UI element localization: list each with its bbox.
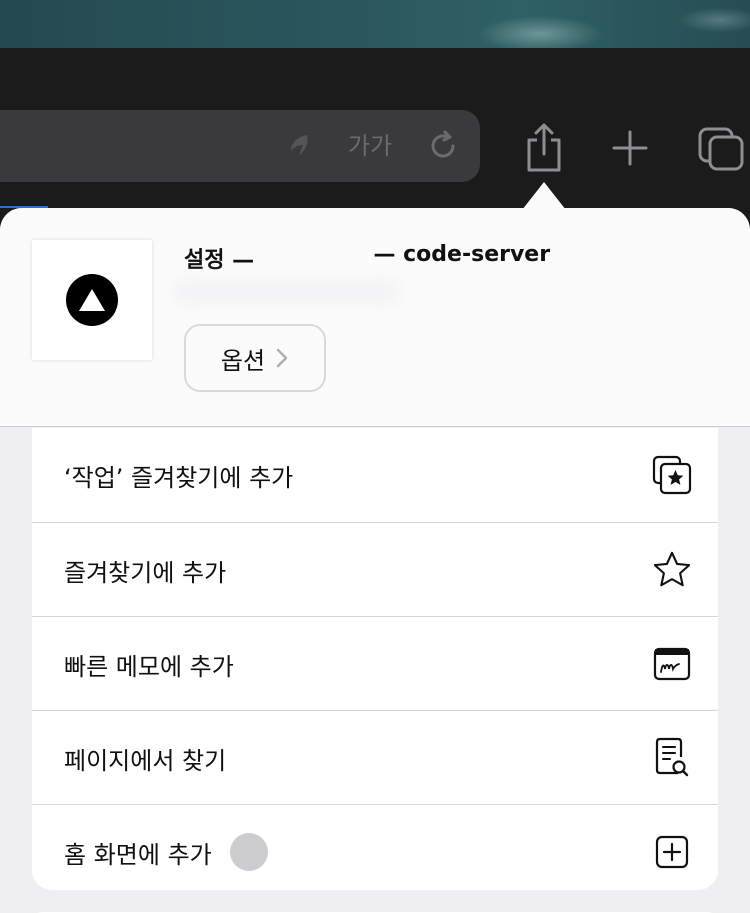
menu-item-label: 빠른 메모에 추가 bbox=[64, 652, 234, 681]
menu-item-label: 페이지에서 찾기 bbox=[64, 746, 227, 775]
share-actions-list: ‘작업’ 즐겨찾기에 추가 즐겨찾기에 추가 빠른 메모에 추가 페이지에서 찾… bbox=[32, 428, 718, 890]
reader-text-size-button[interactable]: 가가 bbox=[342, 122, 398, 170]
menu-item-label: 홈 화면에 추가 bbox=[64, 833, 268, 871]
quick-note-icon bbox=[652, 644, 692, 684]
redacted-url-blur bbox=[172, 278, 402, 306]
plus-icon bbox=[612, 130, 648, 166]
privacy-shield-icon[interactable] bbox=[282, 110, 318, 182]
page-thumbnail bbox=[32, 240, 152, 360]
add-to-tab-group-favorites-icon bbox=[652, 455, 692, 495]
page-title-suffix: — code-server bbox=[373, 242, 551, 267]
menu-item-text: 홈 화면에 추가 bbox=[64, 840, 212, 869]
site-logo-icon bbox=[66, 274, 118, 326]
address-bar[interactable] bbox=[0, 110, 480, 182]
find-in-page-icon bbox=[652, 737, 692, 778]
star-icon bbox=[652, 550, 692, 590]
menu-item-find-in-page[interactable]: 페이지에서 찾기 bbox=[32, 711, 718, 805]
menu-item-add-to-home-screen[interactable]: 홈 화면에 추가 bbox=[32, 805, 718, 890]
options-label: 옵션 bbox=[220, 346, 266, 375]
tabs-overview-button[interactable] bbox=[694, 116, 750, 180]
reload-icon[interactable] bbox=[418, 110, 468, 182]
page-title: 설정 — — code-server bbox=[184, 242, 551, 273]
wallpaper-background bbox=[0, 0, 750, 48]
sheet-pointer-arrow bbox=[522, 182, 566, 210]
share-sheet: 설정 — — code-server 옵션 ‘작업’ 즐겨찾기에 추가 즐겨찾기… bbox=[0, 208, 750, 913]
menu-item-label: 즐겨찾기에 추가 bbox=[64, 558, 227, 587]
menu-item-add-to-quick-note[interactable]: 빠른 메모에 추가 bbox=[32, 617, 718, 711]
menu-item-label: ‘작업’ 즐겨찾기에 추가 bbox=[64, 463, 294, 492]
menu-item-add-to-tab-group-favorites[interactable]: ‘작업’ 즐겨찾기에 추가 bbox=[32, 428, 718, 522]
options-button[interactable]: 옵션 bbox=[184, 324, 326, 392]
add-square-icon bbox=[652, 832, 692, 872]
share-icon bbox=[527, 123, 561, 172]
touch-indicator bbox=[229, 833, 268, 871]
page-title-prefix: 설정 — bbox=[184, 248, 255, 273]
share-button[interactable] bbox=[518, 116, 570, 180]
redacted-title-blur bbox=[262, 242, 366, 270]
menu-item-add-to-favorites[interactable]: 즐겨찾기에 추가 bbox=[32, 523, 718, 617]
chevron-right-icon bbox=[276, 348, 288, 368]
new-tab-button[interactable] bbox=[606, 116, 654, 180]
share-sheet-header: 설정 — — code-server 옵션 bbox=[0, 208, 750, 427]
tabs-icon bbox=[698, 127, 744, 171]
